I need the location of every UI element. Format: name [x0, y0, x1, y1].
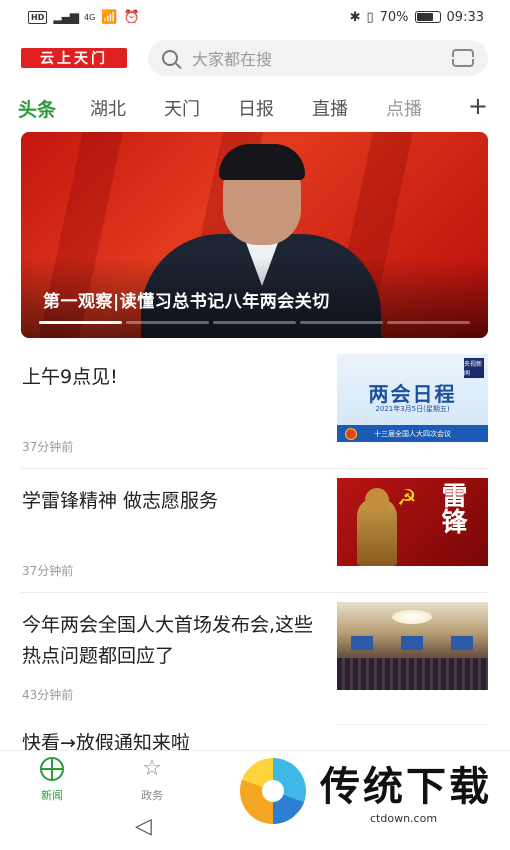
carousel-indicator	[39, 321, 470, 324]
list-item[interactable]: 学雷锋精神 做志愿服务 37分钟前 ☭ 雷锋	[0, 468, 510, 594]
list-item[interactable]: 今年两会全国人大首场发布会,这些热点问题都回应了 43分钟前	[0, 592, 510, 718]
watermark-logo-icon	[240, 758, 306, 824]
thumb-footer: 十三届全国人大四次会议	[337, 425, 488, 442]
search-bar[interactable]: 大家都在搜	[148, 40, 488, 76]
news-time: 43分钟前	[22, 688, 74, 702]
news-title[interactable]: 上午9点见!	[22, 362, 322, 393]
wifi-icon: 📶	[101, 9, 118, 25]
battery-icon	[414, 11, 441, 23]
hd-badge: HD	[28, 10, 48, 24]
news-title[interactable]: 学雷锋精神 做志愿服务	[22, 486, 322, 517]
alarm-icon: ⏰	[123, 9, 140, 25]
star-icon: ☆	[142, 756, 162, 781]
nav-government[interactable]: ☆ 政务	[122, 757, 182, 803]
thumb-calligraphy: 雷锋	[437, 482, 467, 534]
news-thumbnail[interactable]: 央视新闻 两会日程 2021年3月5日(星期五) 十三届全国人大四次会议	[337, 354, 488, 442]
emblem-icon	[345, 428, 357, 440]
nav-label: 新闻	[41, 789, 63, 802]
channel-tabs: 头条 湖北 天门 日报 直播 点播 +	[0, 90, 510, 126]
thumb-heading: 两会日程	[368, 382, 457, 406]
news-title[interactable]: 快看→放假通知来啦	[22, 728, 190, 750]
banner-title[interactable]: 第一观察|读懂习总书记八年两会关切	[43, 287, 330, 312]
tab-daily[interactable]: 日报	[238, 95, 274, 121]
news-time: 37分钟前	[22, 440, 74, 454]
bluetooth-icon: ✱	[349, 9, 361, 25]
tab-tianmen[interactable]: 天门	[164, 95, 200, 121]
tab-headlines[interactable]: 头条	[18, 95, 56, 122]
list-item[interactable]: 上午9点见! 37分钟前 央视新闻 两会日程 2021年3月5日(星期五) 十三…	[0, 344, 510, 470]
news-title[interactable]: 今年两会全国人大首场发布会,这些热点问题都回应了	[22, 610, 322, 672]
battery-percent: 70%	[379, 9, 409, 25]
news-time: 37分钟前	[22, 564, 74, 578]
signal-icon: ▂▄▆	[53, 10, 79, 24]
thumb-date: 2021年3月5日(星期五)	[375, 405, 450, 413]
add-channel-icon[interactable]: +	[457, 92, 488, 120]
tab-hubei[interactable]: 湖北	[90, 95, 126, 121]
tab-live[interactable]: 直播	[312, 95, 348, 121]
tab-vod[interactable]: 点播	[386, 95, 422, 121]
news-thumbnail[interactable]	[337, 602, 488, 690]
back-icon[interactable]: ◁	[135, 814, 152, 839]
banner-carousel[interactable]: 第一观察|读懂习总书记八年两会关切	[21, 132, 488, 338]
nav-news[interactable]: 新闻	[22, 757, 82, 803]
scan-icon[interactable]	[450, 49, 476, 67]
source-badge: 央视新闻	[464, 358, 484, 378]
watermark-brand: 传统下载	[320, 764, 492, 810]
top-bar: 云上天门 大家都在搜	[0, 40, 510, 76]
search-icon	[162, 50, 178, 66]
watermark: 传统下载 ctdown.com	[238, 752, 500, 832]
status-bar: HD ▂▄▆ 4G 📶 ⏰ ✱ ▯ 70% 09:33	[0, 0, 510, 34]
nav-label: 政务	[141, 789, 163, 802]
watermark-url: ctdown.com	[370, 812, 438, 825]
app-logo[interactable]: 云上天门	[21, 48, 127, 68]
search-input[interactable]: 大家都在搜	[192, 46, 452, 70]
globe-icon	[40, 757, 64, 781]
party-emblem-icon: ☭	[397, 486, 417, 511]
signal-label: 4G	[84, 12, 96, 22]
news-thumbnail[interactable]: ☭ 雷锋	[337, 478, 488, 566]
vibrate-icon: ▯	[366, 9, 374, 25]
clock-time: 09:33	[446, 9, 484, 25]
